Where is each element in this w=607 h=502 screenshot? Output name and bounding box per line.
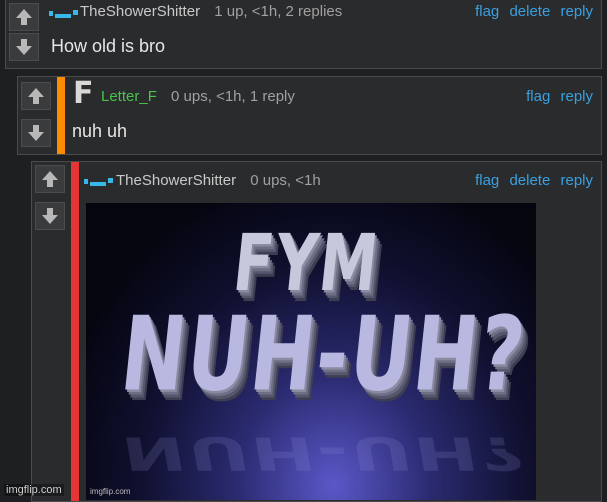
upvote-button[interactable] (21, 82, 51, 110)
comment-actions: flag reply (520, 88, 593, 105)
comment-stats: 1 up, <1h, 2 replies (214, 3, 343, 20)
meme-image[interactable]: FYM NUH-UH? NUH-UH? imgflip.com (86, 203, 536, 500)
arrow-down-icon (42, 208, 58, 224)
site-watermark: imgflip.com (4, 484, 64, 496)
upvote-button[interactable] (35, 165, 65, 193)
comment-body: nuh uh (72, 121, 128, 141)
comment-body: How old is bro (51, 36, 166, 56)
squiggle-avatar-icon (49, 10, 78, 18)
flag-link[interactable]: flag (475, 172, 499, 189)
meme-watermark: imgflip.com (90, 487, 131, 496)
arrow-up-icon (16, 9, 32, 25)
delete-link[interactable]: delete (509, 3, 550, 20)
comment-meta: TheShowerShitter 1 up, <1h, 2 replies (80, 3, 342, 20)
meme-caption-bottom: NUH-UH? (115, 293, 533, 414)
username[interactable]: TheShowerShitter (80, 3, 200, 20)
downvote-button[interactable] (9, 33, 39, 61)
downvote-button[interactable] (35, 202, 65, 230)
arrow-up-icon (28, 88, 44, 104)
downvote-button[interactable] (21, 119, 51, 147)
reply-link[interactable]: reply (560, 88, 593, 105)
meme-reflection: NUH-UH? (117, 426, 531, 481)
comment-stats: 0 ups, <1h (250, 172, 321, 189)
flag-link[interactable]: flag (526, 88, 550, 105)
username[interactable]: TheShowerShitter (116, 172, 236, 189)
letter-f-avatar-icon: F (73, 76, 94, 111)
thread-depth-stripe (71, 162, 79, 501)
comment-actions: flag delete reply (469, 172, 593, 189)
arrow-down-icon (16, 39, 32, 55)
comment-1: TheShowerShitter 1 up, <1h, 2 replies fl… (5, 0, 602, 69)
arrow-up-icon (42, 171, 58, 187)
thread-depth-stripe (57, 77, 65, 154)
reply-link[interactable]: reply (560, 3, 593, 20)
arrow-down-icon (28, 125, 44, 141)
reply-link[interactable]: reply (560, 172, 593, 189)
comment-stats: 0 ups, <1h, 1 reply (171, 88, 295, 105)
delete-link[interactable]: delete (509, 172, 550, 189)
comment-meta: TheShowerShitter 0 ups, <1h (116, 172, 321, 189)
upvote-button[interactable] (9, 3, 39, 31)
comment-meta: Letter_F 0 ups, <1h, 1 reply (101, 88, 295, 105)
flag-link[interactable]: flag (475, 3, 499, 20)
comment-2: F Letter_F 0 ups, <1h, 1 reply flag repl… (17, 76, 602, 155)
squiggle-avatar-icon (84, 178, 113, 186)
username[interactable]: Letter_F (101, 88, 157, 105)
comment-actions: flag delete reply (469, 3, 593, 20)
